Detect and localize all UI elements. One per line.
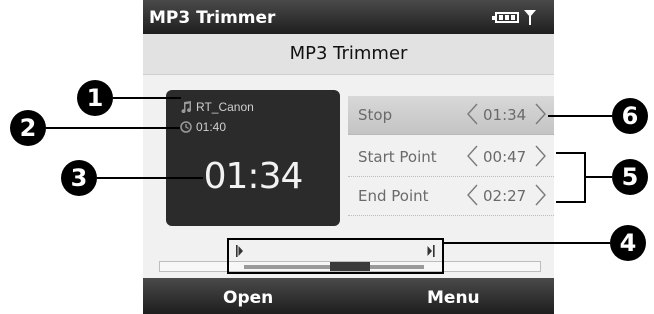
menu-softkey[interactable]: Menu — [427, 288, 480, 308]
decrease-arrow-icon[interactable] — [465, 102, 479, 126]
setting-end-point[interactable]: End Point 02:27 — [348, 177, 554, 216]
setting-stop[interactable]: Stop 01:34 — [348, 96, 554, 135]
callout-bracket — [556, 152, 586, 203]
setting-value: 00:47 — [483, 148, 527, 166]
track-info: RT_Canon — [180, 98, 254, 116]
status-app-title: MP3 Trimmer — [149, 8, 276, 28]
callout-line — [548, 115, 612, 117]
track-name: RT_Canon — [196, 100, 254, 114]
callout-box — [227, 238, 444, 274]
player-panel: RT_Canon 01:40 01:34 — [166, 90, 340, 226]
page-title: MP3 Trimmer — [289, 43, 408, 64]
callout-line — [97, 177, 203, 179]
callout-badge: 1 — [77, 80, 113, 116]
decrease-arrow-icon[interactable] — [465, 183, 479, 207]
setting-label: Stop — [358, 106, 393, 124]
open-softkey[interactable]: Open — [223, 288, 273, 308]
setting-value: 02:27 — [483, 187, 527, 205]
setting-start-point[interactable]: Start Point 00:47 — [348, 138, 554, 177]
callout-badge: 6 — [612, 98, 648, 134]
signal-antenna-icon — [524, 10, 536, 25]
softkey-bar: Open Menu — [143, 278, 554, 314]
callout-badge: 4 — [610, 225, 646, 261]
callout-line — [586, 176, 612, 178]
increase-arrow-icon[interactable] — [534, 144, 548, 168]
callout-line — [444, 242, 610, 244]
callout-badge: 2 — [10, 110, 46, 146]
callout-line — [46, 127, 180, 129]
callout-badge: 3 — [61, 160, 97, 196]
track-duration: 01:40 — [196, 120, 227, 134]
clock-icon — [180, 121, 192, 133]
duration-info: 01:40 — [180, 118, 226, 136]
decrease-arrow-icon[interactable] — [465, 144, 479, 168]
callout-line — [113, 97, 181, 99]
battery-icon — [492, 12, 519, 23]
music-note-icon — [181, 101, 192, 113]
setting-value: 01:34 — [483, 106, 527, 124]
increase-arrow-icon[interactable] — [534, 102, 548, 126]
title-bar: MP3 Trimmer — [143, 34, 554, 75]
increase-arrow-icon[interactable] — [534, 183, 548, 207]
callout-badge: 5 — [612, 159, 648, 195]
setting-label: Start Point — [358, 148, 437, 166]
setting-label: End Point — [358, 187, 429, 205]
status-bar: MP3 Trimmer — [143, 0, 554, 34]
